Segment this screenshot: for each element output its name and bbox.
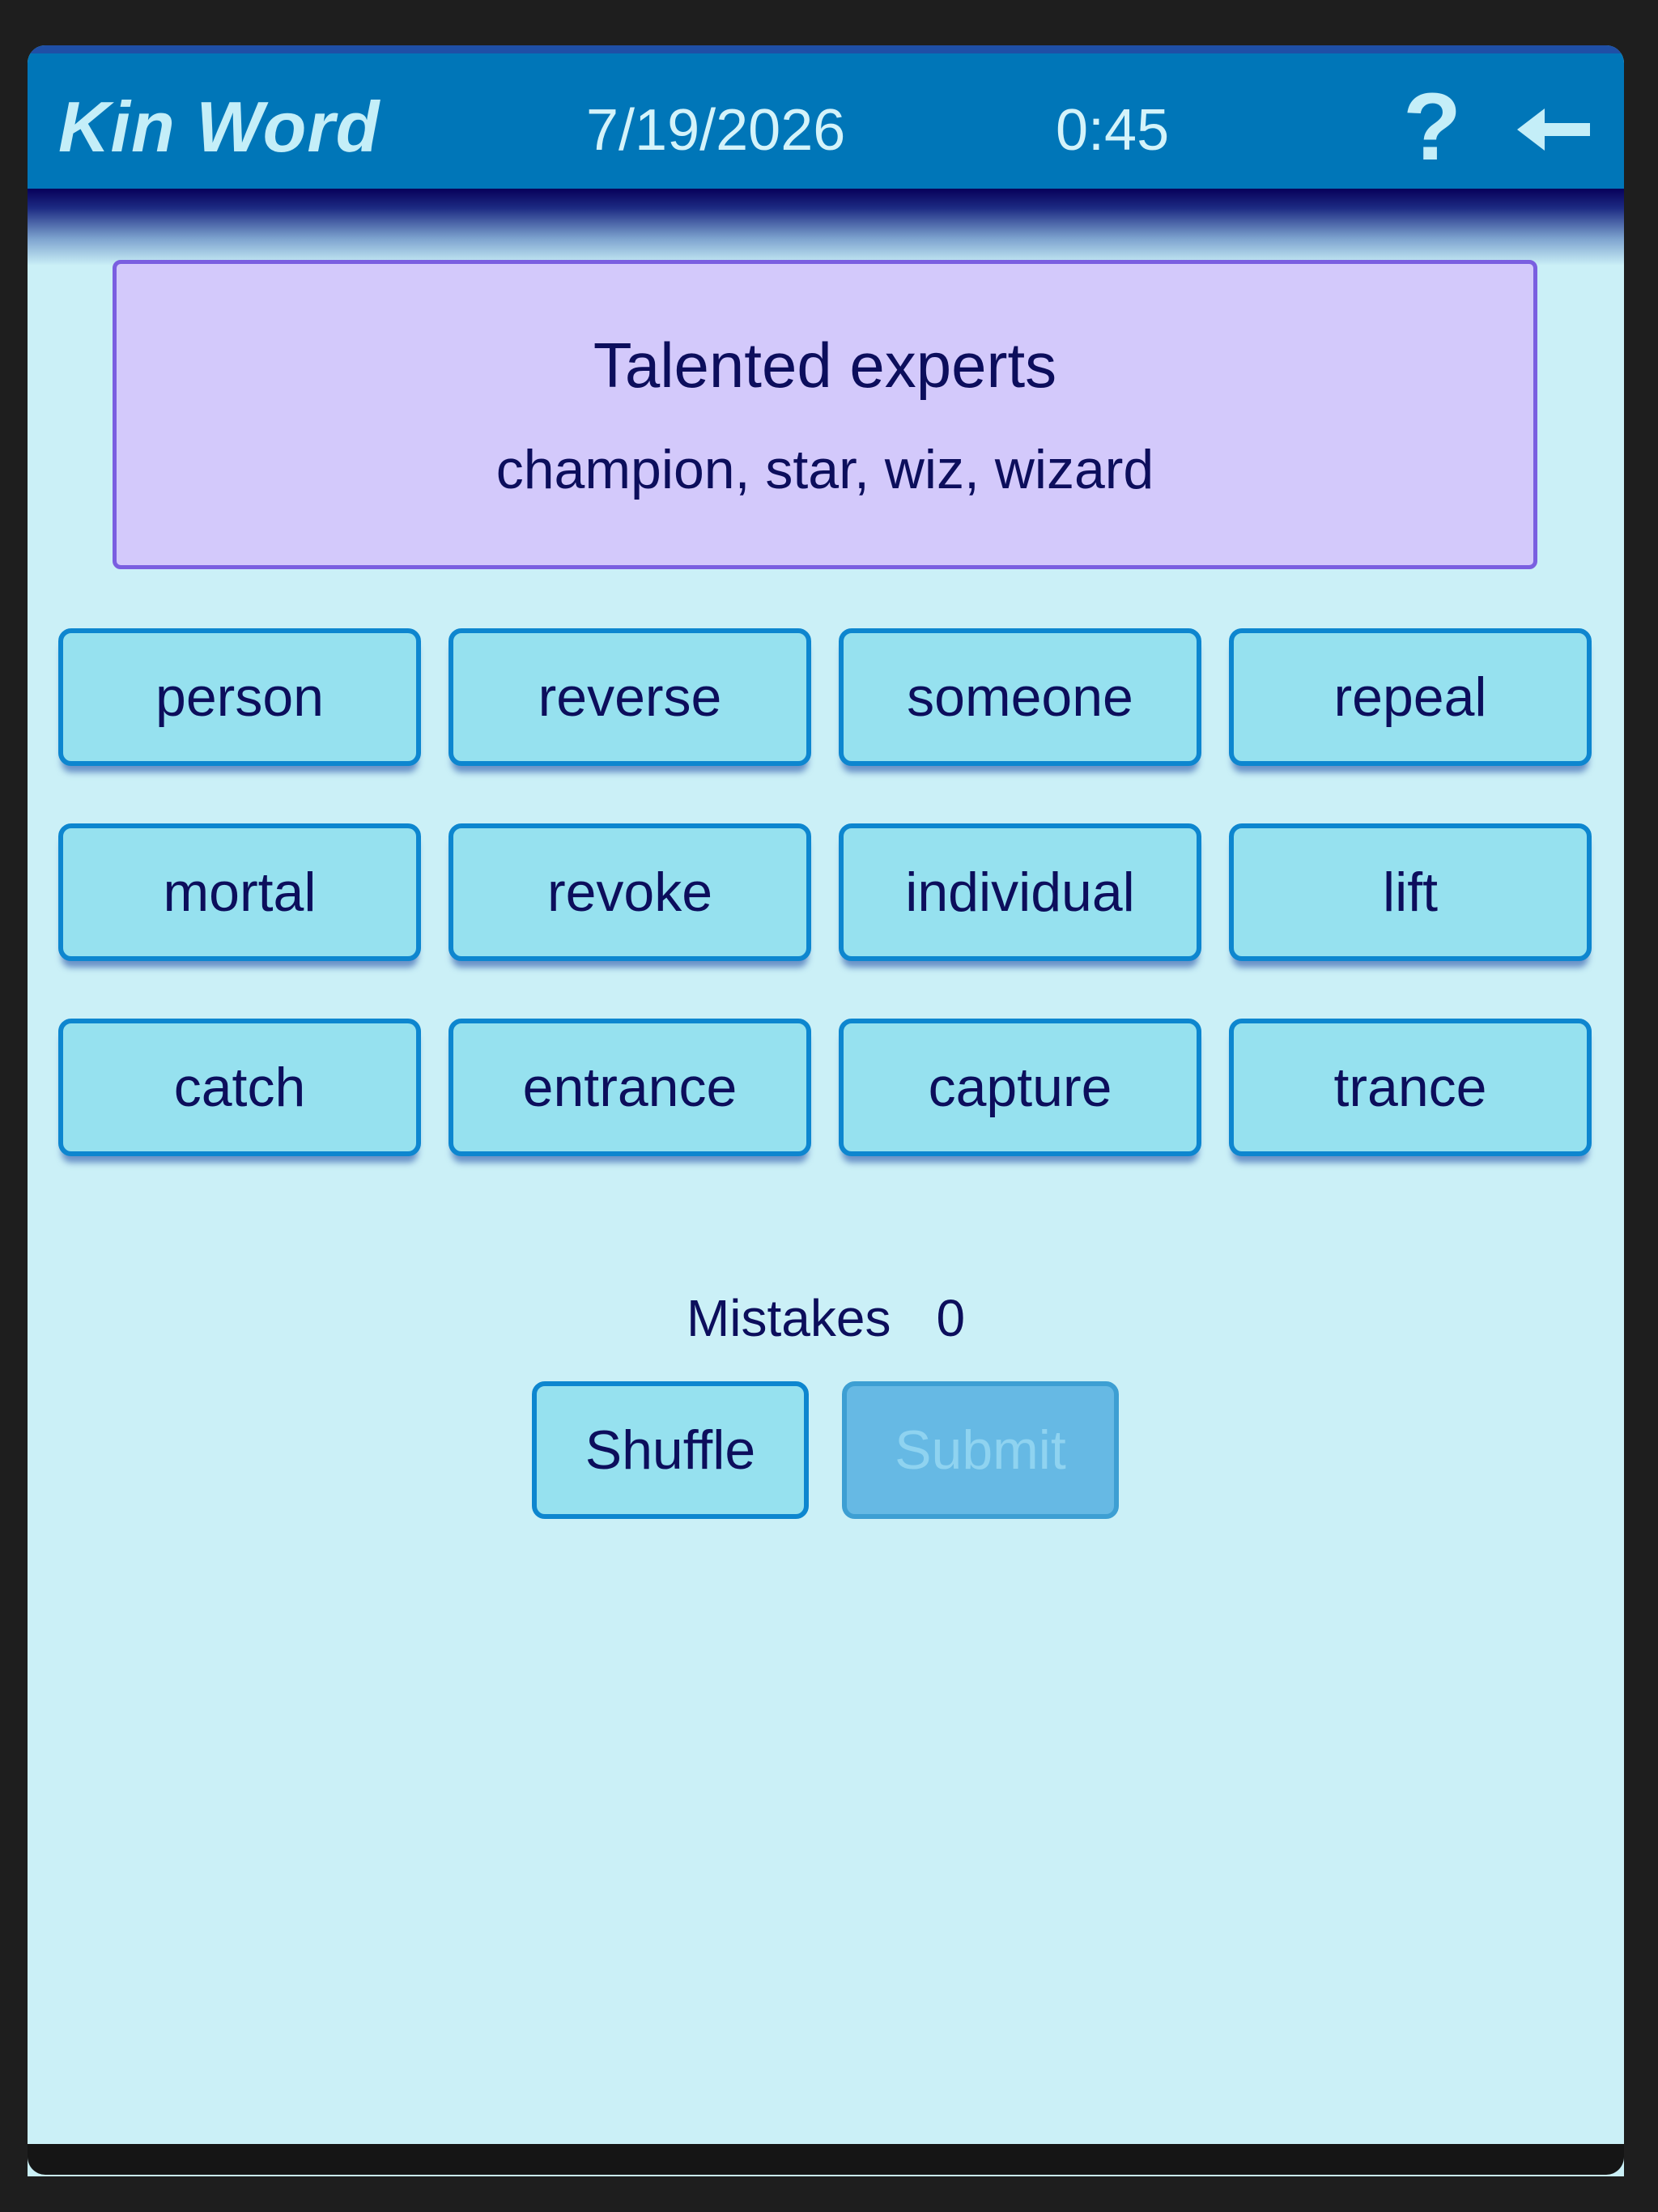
- word-tile[interactable]: capture: [839, 1019, 1201, 1156]
- solved-group-words: champion, star, wiz, wizard: [495, 439, 1154, 500]
- word-tile[interactable]: revoke: [449, 823, 811, 961]
- puzzle-date: 7/19/2026: [586, 98, 846, 163]
- back-arrow-icon[interactable]: [1517, 105, 1598, 154]
- mistakes-counter: Mistakes 0: [28, 1288, 1624, 1348]
- submit-button[interactable]: Submit: [842, 1381, 1119, 1519]
- frame-bottom-edge: [28, 2144, 1624, 2175]
- word-tile[interactable]: mortal: [58, 823, 421, 961]
- word-tile[interactable]: reverse: [449, 628, 811, 766]
- word-tile[interactable]: repeal: [1229, 628, 1592, 766]
- word-tile[interactable]: lift: [1229, 823, 1592, 961]
- word-tile[interactable]: person: [58, 628, 421, 766]
- word-tile[interactable]: someone: [839, 628, 1201, 766]
- mistakes-label: Mistakes: [686, 1289, 891, 1347]
- word-tile[interactable]: individual: [839, 823, 1201, 961]
- mistakes-value: 0: [936, 1289, 966, 1347]
- timer: 0:45: [1056, 98, 1170, 163]
- word-tile[interactable]: trance: [1229, 1019, 1592, 1156]
- solved-group-card: Talented experts champion, star, wiz, wi…: [113, 260, 1537, 569]
- header-bar: Kin Word 7/19/2026 0:45 ?: [28, 45, 1624, 189]
- shuffle-button[interactable]: Shuffle: [532, 1381, 809, 1519]
- game-frame: Kin Word 7/19/2026 0:45 ? Talented exper…: [28, 45, 1624, 2176]
- app-title: Kin Word: [58, 87, 380, 167]
- word-tile[interactable]: catch: [58, 1019, 421, 1156]
- help-icon[interactable]: ?: [1396, 79, 1469, 175]
- solved-group-title: Talented experts: [593, 330, 1057, 401]
- header-shadow: [28, 189, 1624, 266]
- word-tile[interactable]: entrance: [449, 1019, 811, 1156]
